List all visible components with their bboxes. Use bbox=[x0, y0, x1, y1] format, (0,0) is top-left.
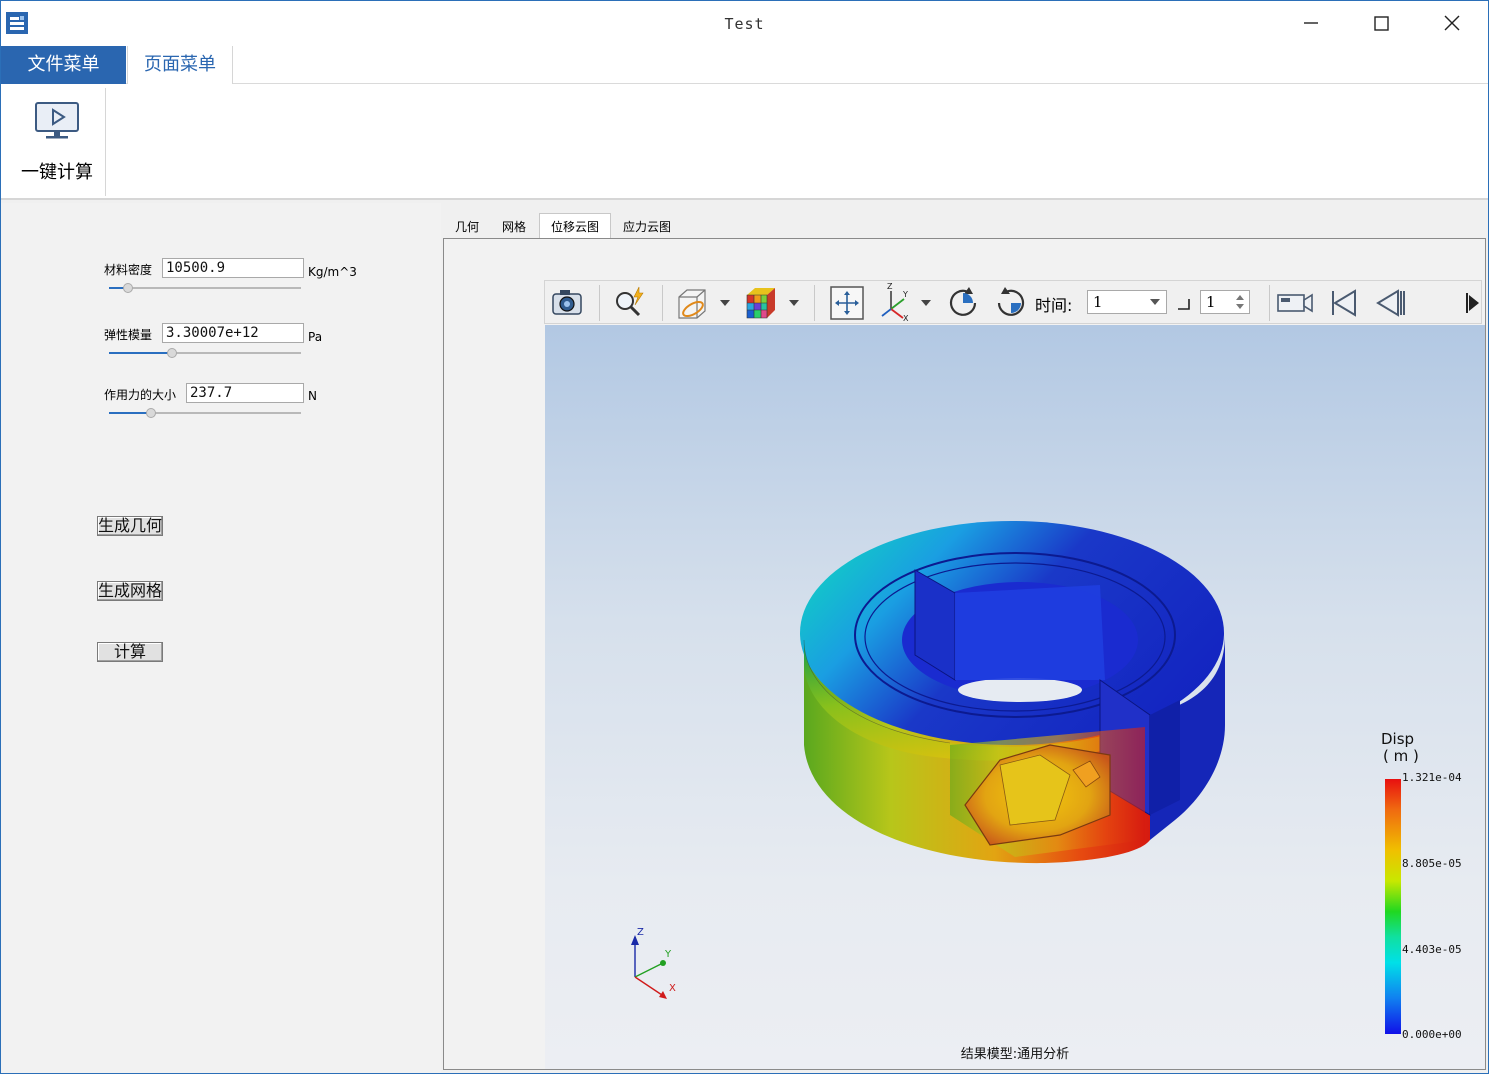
tab-file-menu[interactable]: 文件菜单 bbox=[1, 46, 126, 84]
legend-tick-max: 1.321e-04 bbox=[1402, 771, 1462, 784]
tab-geometry[interactable]: 几何 bbox=[444, 214, 490, 238]
force-label: 作用力的大小 bbox=[104, 388, 177, 402]
tab-displacement-contour[interactable]: 位移云图 bbox=[539, 213, 611, 239]
app-window: Test 文件菜单 页面菜单 一键计算 材料密度 10500.9 Kg/m^3 bbox=[0, 0, 1489, 1074]
toolbar-separator bbox=[662, 285, 663, 321]
generate-geometry-button[interactable]: 生成几何 bbox=[97, 516, 163, 536]
one-click-calc-label: 一键计算 bbox=[21, 162, 93, 183]
monitor-play-icon bbox=[35, 102, 79, 139]
maximize-icon[interactable] bbox=[1367, 9, 1395, 37]
rotate-cw-icon[interactable] bbox=[945, 281, 981, 325]
axes-view-icon[interactable]: Z Y X bbox=[877, 281, 917, 325]
slider-fill bbox=[109, 412, 151, 414]
force-unit: N bbox=[308, 389, 317, 403]
result-model-caption: 结果模型:通用分析 bbox=[960, 1047, 1070, 1062]
modulus-input[interactable]: 3.30007e+12 bbox=[162, 323, 304, 343]
density-slider[interactable] bbox=[109, 281, 301, 295]
modulus-slider[interactable] bbox=[109, 346, 301, 360]
displacement-contour-model bbox=[800, 521, 1225, 864]
legend-tick: 8.805e-05 bbox=[1402, 857, 1462, 870]
tab-page-menu[interactable]: 页面菜单 bbox=[127, 46, 233, 85]
legend-title: Disp ( m ) bbox=[1381, 731, 1419, 765]
toolbar-separator bbox=[1269, 285, 1270, 321]
colormap-cube-icon[interactable] bbox=[741, 281, 781, 325]
svg-text:Y: Y bbox=[902, 290, 908, 299]
ribbon-divider bbox=[105, 88, 106, 196]
tab-stress-contour[interactable]: 应力云图 bbox=[612, 214, 682, 238]
time-select[interactable]: 1 bbox=[1087, 290, 1167, 314]
slider-handle[interactable] bbox=[123, 283, 133, 293]
parameter-panel: 材料密度 10500.9 Kg/m^3 弹性模量 3.30007e+12 Pa … bbox=[1, 203, 441, 1073]
step-icon bbox=[1178, 299, 1190, 310]
modulus-unit: Pa bbox=[308, 330, 323, 344]
legend-quantity: Disp bbox=[1381, 730, 1415, 748]
triad-y-label: Y bbox=[664, 949, 672, 960]
modulus-label: 弹性模量 bbox=[104, 328, 153, 342]
generate-mesh-button[interactable]: 生成网格 bbox=[97, 581, 163, 601]
close-icon[interactable] bbox=[1438, 9, 1466, 37]
query-icon[interactable] bbox=[609, 281, 649, 325]
time-label: 时间: bbox=[1035, 296, 1073, 315]
slider-track bbox=[109, 287, 301, 289]
density-label: 材料密度 bbox=[104, 263, 153, 277]
one-click-calc-button[interactable]: 一键计算 bbox=[11, 94, 103, 188]
prev-frame-icon[interactable] bbox=[1373, 281, 1409, 325]
tab-mesh[interactable]: 网格 bbox=[490, 214, 538, 238]
ribbon-tabbar: 文件菜单 页面菜单 bbox=[1, 46, 1488, 85]
next-frame-icon[interactable] bbox=[1463, 281, 1481, 325]
axis-triad: Z Y X bbox=[631, 927, 676, 999]
chevron-down-icon[interactable] bbox=[921, 300, 931, 306]
section-icon[interactable] bbox=[673, 281, 713, 325]
slider-fill bbox=[109, 352, 172, 354]
video-icon[interactable] bbox=[1275, 281, 1315, 325]
triad-x-label: X bbox=[669, 983, 676, 994]
fit-view-icon[interactable] bbox=[827, 281, 867, 325]
chevron-down-icon[interactable] bbox=[789, 300, 799, 306]
window-title: Test bbox=[724, 15, 765, 33]
svg-text:Z: Z bbox=[887, 282, 893, 291]
step-spinbox-value: 1 bbox=[1206, 293, 1216, 311]
legend-tick-min: 0.000e+00 bbox=[1402, 1028, 1462, 1041]
toolbar-separator bbox=[814, 285, 815, 321]
rotate-ccw-icon[interactable] bbox=[993, 281, 1029, 325]
step-spinbox[interactable]: 1 bbox=[1200, 290, 1250, 314]
density-input[interactable]: 10500.9 bbox=[162, 258, 304, 278]
density-unit: Kg/m^3 bbox=[308, 265, 357, 279]
slider-handle[interactable] bbox=[167, 348, 177, 358]
minimize-icon[interactable] bbox=[1297, 9, 1325, 37]
slider-handle[interactable] bbox=[146, 408, 156, 418]
legend-tick: 4.403e-05 bbox=[1402, 943, 1462, 956]
compute-button[interactable]: 计算 bbox=[97, 642, 163, 662]
toolbar-separator bbox=[599, 285, 600, 321]
time-select-value: 1 bbox=[1093, 293, 1103, 311]
camera-icon[interactable] bbox=[549, 281, 585, 325]
ribbon-panel: 一键计算 bbox=[1, 84, 1488, 200]
legend-colorbar bbox=[1385, 779, 1401, 1034]
triad-z-label: Z bbox=[637, 927, 644, 938]
render-viewport[interactable]: Z Y X Disp ( m ) 1.321e-04 8.805e-05 4.4… bbox=[545, 325, 1485, 1069]
force-slider[interactable] bbox=[109, 406, 301, 420]
spin-arrows-icon[interactable] bbox=[1236, 294, 1244, 310]
viewer-toolbar: Z Y X 时间: 1 1 bbox=[544, 280, 1482, 324]
legend-unit: ( m ) bbox=[1383, 747, 1419, 765]
first-frame-icon[interactable] bbox=[1325, 281, 1361, 325]
title-bar: Test bbox=[1, 1, 1488, 46]
force-input[interactable]: 237.7 bbox=[186, 383, 304, 403]
svg-text:X: X bbox=[903, 314, 909, 323]
chevron-down-icon[interactable] bbox=[720, 300, 730, 306]
chevron-down-icon bbox=[1150, 299, 1160, 305]
